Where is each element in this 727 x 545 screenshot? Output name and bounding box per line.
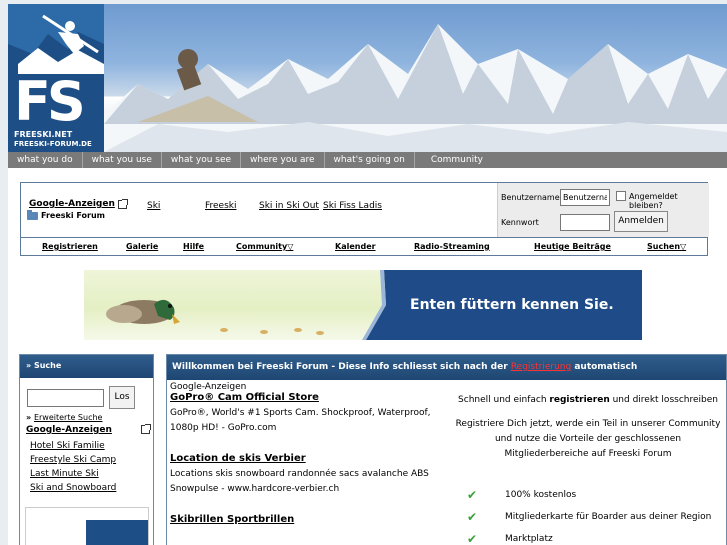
freeski-logo[interactable]: FS FREESKI.NET FREESKI-FORUM.DE xyxy=(8,4,104,152)
dropdown-arrow-icon: ▽ xyxy=(680,242,687,251)
ad-title-verbier[interactable]: Location de skis Verbier xyxy=(170,453,440,464)
sidebar-ad-ski-and-snowboard[interactable]: Ski and Snowboard xyxy=(30,483,116,493)
logo-site-net: FREESKI.NET xyxy=(14,130,73,139)
promo-register-word: registrieren xyxy=(549,395,610,405)
username-label: Benutzername xyxy=(501,193,560,202)
external-link-icon[interactable] xyxy=(117,198,128,209)
welcome-header-suffix: automatisch xyxy=(571,362,638,372)
banner-ad[interactable]: Enten füttern kennen Sie. xyxy=(84,270,642,340)
password-field[interactable] xyxy=(560,214,610,231)
menu-gallery[interactable]: Galerie xyxy=(126,242,158,251)
benefit-row: ✔ 100% kostenlos xyxy=(467,488,576,502)
dropdown-arrow-icon: ▽ xyxy=(287,242,294,251)
ad-link-ski-fiss-ladis[interactable]: Ski Fiss Ladis xyxy=(323,201,382,211)
username-field[interactable] xyxy=(560,189,610,206)
sidebar-google-ads-title[interactable]: Google-Anzeigen xyxy=(26,425,112,435)
ad-title-skibrillen[interactable]: Skibrillen Sportbrillen xyxy=(170,514,440,525)
menu-community[interactable]: Community▽ xyxy=(236,242,293,251)
promo-line-1-suffix: und direkt losschreiben xyxy=(609,395,718,405)
logo-mark: FS xyxy=(14,70,86,133)
sidebar-ad-hotel-ski-familie[interactable]: Hotel Ski Familie xyxy=(30,441,105,451)
benefit-row: ✔ Mitgliederkarte für Boarder aus deiner … xyxy=(467,510,711,524)
forum-menu: Registrieren Galerie Hilfe Community▽ Ka… xyxy=(21,237,707,255)
forum-name: Freeski Forum xyxy=(41,211,105,220)
login-form: Benutzername Angemeldet bleiben? Kennwor… xyxy=(497,183,709,237)
menu-calendar[interactable]: Kalender xyxy=(335,242,376,251)
mountain-panorama xyxy=(104,24,727,152)
sidebar-ad-freestyle-ski-camp[interactable]: Freestyle Ski Camp xyxy=(30,455,116,465)
sidebar-ad-last-minute-ski[interactable]: Last Minute Ski xyxy=(30,469,99,479)
remember-checkbox[interactable] xyxy=(616,191,626,201)
menu-help[interactable]: Hilfe xyxy=(183,242,204,251)
nav-what-you-use[interactable]: what you use xyxy=(83,152,162,168)
ad-link-ski[interactable]: Ski xyxy=(147,201,160,211)
google-ads-label: Google-Anzeigen xyxy=(170,382,247,392)
external-link-icon[interactable] xyxy=(141,424,151,434)
benefit-label: 100% kostenlos xyxy=(505,490,577,500)
menu-community-label: Community xyxy=(236,242,288,251)
menu-search-label: Suchen xyxy=(647,242,681,251)
registration-promo: Schnell und einfach registrieren und dir… xyxy=(449,382,726,545)
text-ads: Google-Anzeigen GoPro® Cam Official Stor… xyxy=(170,382,440,525)
breadcrumb[interactable]: Freeski Forum xyxy=(27,209,105,220)
ad-link-freeski[interactable]: Freeski xyxy=(205,201,237,211)
welcome-header: Willkommen bei Freeski Forum - Diese Inf… xyxy=(167,355,726,380)
remember-label: Angemeldet bleiben? xyxy=(629,192,678,210)
advanced-search-label: Erweiterte Suche xyxy=(33,413,103,422)
login-button[interactable]: Anmelden xyxy=(614,211,668,232)
nav-where-you-are[interactable]: where you are xyxy=(241,152,325,168)
promo-line-2: Registriere Dich jetzt, werde ein Teil i… xyxy=(455,419,721,459)
ad-text-verbier: Locations skis snowboard randonnée sacs … xyxy=(170,469,429,494)
ad-link-ski-in-ski-out[interactable]: Ski in Ski Out xyxy=(259,201,319,211)
ad-title-gopro[interactable]: GoPro® Cam Official Store xyxy=(170,392,440,403)
welcome-header-text: Willkommen bei Freeski Forum - Diese Inf… xyxy=(172,362,511,372)
welcome-box: Willkommen bei Freeski Forum - Diese Inf… xyxy=(166,354,727,545)
benefit-label: Mitgliederkarte für Boarder aus deiner R… xyxy=(505,512,712,522)
google-ads-title[interactable]: Google-Anzeigen xyxy=(29,199,115,209)
main-nav: what you do what you use what you see wh… xyxy=(8,152,727,168)
search-button[interactable]: Los xyxy=(109,386,135,409)
sidebar-ad-image[interactable] xyxy=(25,507,149,545)
folder-icon xyxy=(27,209,38,220)
ad-text-gopro: GoPro®, World's #1 Sports Cam. Shockproo… xyxy=(170,408,431,433)
page-frame: FS FREESKI.NET FREESKI-FORUM.DE what you… xyxy=(8,4,727,545)
benefit-label: Marktplatz xyxy=(505,534,553,544)
forum-top-bar: Google-Anzeigen Ski Freeski Ski in Ski O… xyxy=(20,182,709,256)
sidebar-ad-graphic xyxy=(86,520,148,545)
nav-what-you-do[interactable]: what you do xyxy=(8,152,83,168)
promo-line-1-prefix: Schnell und einfach xyxy=(458,395,550,405)
ad-slogan: Enten füttern kennen Sie. xyxy=(410,297,614,313)
benefit-row: ✔ Marktplatz xyxy=(467,532,553,545)
nav-community[interactable]: Community xyxy=(415,152,492,168)
logo-site-de: FREESKI-FORUM.DE xyxy=(14,140,92,148)
search-sidebar: » Suche Los » Erweiterte Suche Google-An… xyxy=(19,354,154,545)
menu-search[interactable]: Suchen▽ xyxy=(647,242,686,251)
menu-register[interactable]: Registrieren xyxy=(42,242,98,251)
skier-logo-icon xyxy=(8,4,104,74)
promo-line-1: Schnell und einfach registrieren und dir… xyxy=(449,393,726,408)
nav-what-you-see[interactable]: what you see xyxy=(162,152,242,168)
advanced-search-prefix: » xyxy=(26,413,34,422)
checkmark-icon: ✔ xyxy=(467,510,478,524)
nav-whats-going-on[interactable]: what's going on xyxy=(325,152,415,168)
checkmark-icon: ✔ xyxy=(467,488,478,502)
header-banner: FS FREESKI.NET FREESKI-FORUM.DE xyxy=(8,4,727,152)
checkmark-icon: ✔ xyxy=(467,532,478,545)
sidebar-title: » Suche xyxy=(20,355,153,378)
google-ads-row: Google-Anzeigen xyxy=(29,198,128,209)
register-link[interactable]: Registrierung xyxy=(511,362,571,372)
advanced-search-link[interactable]: » Erweiterte Suche xyxy=(26,413,102,422)
password-label: Kennwort xyxy=(501,218,539,227)
menu-todays-posts[interactable]: Heutige Beiträge xyxy=(534,242,611,251)
menu-radio-streaming[interactable]: Radio-Streaming xyxy=(414,242,490,251)
search-input[interactable] xyxy=(27,389,104,407)
